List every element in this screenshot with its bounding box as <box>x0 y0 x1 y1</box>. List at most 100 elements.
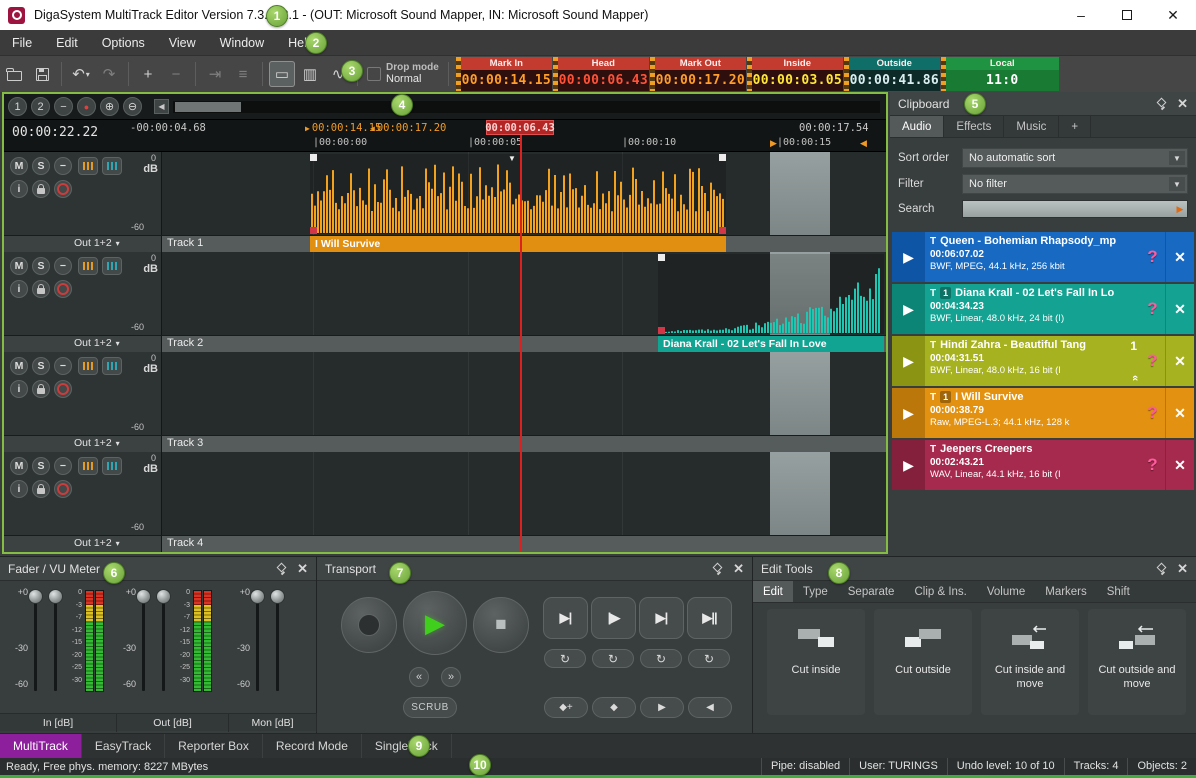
clip-handle[interactable] <box>719 227 726 234</box>
solo-button[interactable]: S <box>32 157 50 175</box>
save-icon[interactable] <box>29 61 55 87</box>
clipboard-entry-remove-button[interactable]: ✕ <box>1165 232 1194 282</box>
output-selector[interactable]: Out 1+2▾ <box>74 237 120 249</box>
fader-knob[interactable] <box>250 589 265 604</box>
clipboard-entry-remove-button[interactable]: ✕ <box>1165 284 1194 334</box>
minimize-track-button[interactable]: − <box>54 457 72 475</box>
minimize-button[interactable]: – <box>1058 0 1104 30</box>
timeline-scrollbar[interactable] <box>173 101 880 113</box>
pin-icon[interactable] <box>275 562 287 576</box>
solo-button[interactable]: S <box>32 457 50 475</box>
mute-button[interactable]: M <box>10 157 28 175</box>
solo-button[interactable]: S <box>32 257 50 275</box>
mode-tab-singletrack[interactable]: SingleTrack <box>362 734 452 758</box>
record-arm-button[interactable] <box>54 280 72 298</box>
menu-item-edit[interactable]: Edit <box>44 30 90 56</box>
open-folder-icon[interactable] <box>1 61 27 87</box>
filter-select[interactable]: No filter ▼ <box>962 174 1188 194</box>
scrub-button[interactable]: SCRUB <box>403 697 457 718</box>
edit-tools-tab-markers[interactable]: Markers <box>1035 581 1097 602</box>
play-reverse-button[interactable]: ◀ <box>688 697 732 718</box>
meter-mode-orange-button[interactable] <box>78 157 98 175</box>
play-from-mark-in-button[interactable]: ▶| <box>543 597 588 639</box>
loop-cut-button[interactable]: ↻ <box>688 649 730 668</box>
menu-item-options[interactable]: Options <box>90 30 157 56</box>
clip-handle[interactable] <box>310 154 317 161</box>
clipboard-entry[interactable]: ▶TQueen - Bohemian Rhapsody_mp00:06:07.0… <box>892 232 1194 282</box>
cut-inside-move-button[interactable]: Cut inside and move <box>981 609 1079 715</box>
maximize-button[interactable] <box>1104 0 1150 30</box>
track-info-button[interactable]: i <box>10 480 28 498</box>
meter-mode-orange-button[interactable] <box>78 257 98 275</box>
clipboard-entry-play-button[interactable]: ▶ <box>892 336 925 386</box>
record-button[interactable] <box>341 597 397 653</box>
menu-item-view[interactable]: View <box>157 30 208 56</box>
clip-handle[interactable] <box>658 254 665 261</box>
meter-mode-blue-button[interactable] <box>102 357 122 375</box>
minimize-track-button[interactable]: − <box>54 157 72 175</box>
clip-label-strip[interactable]: Diana Krall - 02 Let's Fall In Love <box>658 336 884 352</box>
minimize-track-button[interactable]: − <box>54 257 72 275</box>
clipboard-entry-play-button[interactable]: ▶ <box>892 388 925 438</box>
goto-marker-icon[interactable]: ⇥ <box>202 61 228 87</box>
clipboard-entry-help-button[interactable]: ? <box>1140 284 1165 334</box>
track-lane[interactable]: ▼ <box>162 152 886 235</box>
clipboard-entry-play-button[interactable]: ▶ <box>892 232 925 282</box>
cut-inside-button[interactable]: Cut inside <box>767 609 865 715</box>
clip-handle[interactable] <box>719 154 726 161</box>
pin-icon[interactable] <box>1155 97 1167 111</box>
audio-clip[interactable] <box>310 154 726 234</box>
add-marker-button[interactable]: ◆+ <box>544 697 588 718</box>
track-lock-button[interactable] <box>32 480 50 498</box>
record-indicator-button[interactable]: ● <box>77 97 96 116</box>
cut-outside-move-button[interactable]: Cut outside and move <box>1088 609 1186 715</box>
record-arm-button[interactable] <box>54 480 72 498</box>
audio-clip[interactable] <box>658 254 884 334</box>
close-panel-icon[interactable]: ✕ <box>733 561 744 577</box>
play-button[interactable]: ▶ <box>403 591 467 655</box>
clip-label-strip[interactable]: I Will Survive <box>310 236 726 252</box>
clipboard-entry[interactable]: ▶THindi Zahra - Beautiful Tang00:04:31.5… <box>892 336 1194 386</box>
clipboard-entry-remove-button[interactable]: ✕ <box>1165 336 1194 386</box>
track-info-button[interactable]: i <box>10 280 28 298</box>
meter-mode-orange-button[interactable] <box>78 357 98 375</box>
track-lane[interactable] <box>162 352 886 435</box>
menu-item-window[interactable]: Window <box>208 30 276 56</box>
record-arm-button[interactable] <box>54 180 72 198</box>
pin-icon[interactable] <box>711 562 723 576</box>
clipboard-tab-audio[interactable]: Audio <box>890 116 944 137</box>
fader-knob[interactable] <box>28 589 43 604</box>
marker-button[interactable]: ◆ <box>592 697 636 718</box>
clipboard-entry-help-button[interactable]: ? <box>1140 232 1165 282</box>
undo-icon[interactable]: ↶▾ <box>68 61 94 87</box>
meter-mode-blue-button[interactable] <box>102 457 122 475</box>
edit-tools-tab-separate[interactable]: Separate <box>838 581 905 602</box>
clipboard-tab-effects[interactable]: Effects <box>944 116 1004 137</box>
drop-mode-value[interactable]: Normal <box>386 73 439 86</box>
close-panel-icon[interactable]: ✕ <box>1177 96 1188 112</box>
output-selector[interactable]: Out 1+2▾ <box>74 437 120 449</box>
loop-mark-in-button[interactable]: ↻ <box>544 649 586 668</box>
minimize-track-button[interactable]: − <box>54 357 72 375</box>
track-lock-button[interactable] <box>32 380 50 398</box>
fader-knob[interactable] <box>156 589 171 604</box>
add-icon[interactable]: + <box>135 61 161 87</box>
mode-tab-easytrack[interactable]: EasyTrack <box>82 734 165 758</box>
playlist-icon[interactable]: ≡ <box>230 61 256 87</box>
cut-outside-button[interactable]: Cut outside <box>874 609 972 715</box>
track-info-button[interactable]: i <box>10 380 28 398</box>
output-selector[interactable]: Out 1+2▾ <box>74 537 120 549</box>
output-selector[interactable]: Out 1+2▾ <box>74 337 120 349</box>
record-arm-button[interactable] <box>54 380 72 398</box>
close-panel-icon[interactable]: ✕ <box>1177 561 1188 577</box>
step-forward-button[interactable]: » <box>441 667 461 687</box>
play-over-cut-button[interactable]: ▶|| <box>687 597 732 639</box>
loop-pause-button[interactable]: ↻ <box>592 649 634 668</box>
menu-item-file[interactable]: File <box>0 30 44 56</box>
track-lock-button[interactable] <box>32 280 50 298</box>
track-lock-button[interactable] <box>32 180 50 198</box>
clipboard-tab-music[interactable]: Music <box>1004 116 1059 137</box>
mute-button[interactable]: M <box>10 357 28 375</box>
meter-mode-orange-button[interactable] <box>78 457 98 475</box>
close-panel-icon[interactable]: ✕ <box>297 561 308 577</box>
